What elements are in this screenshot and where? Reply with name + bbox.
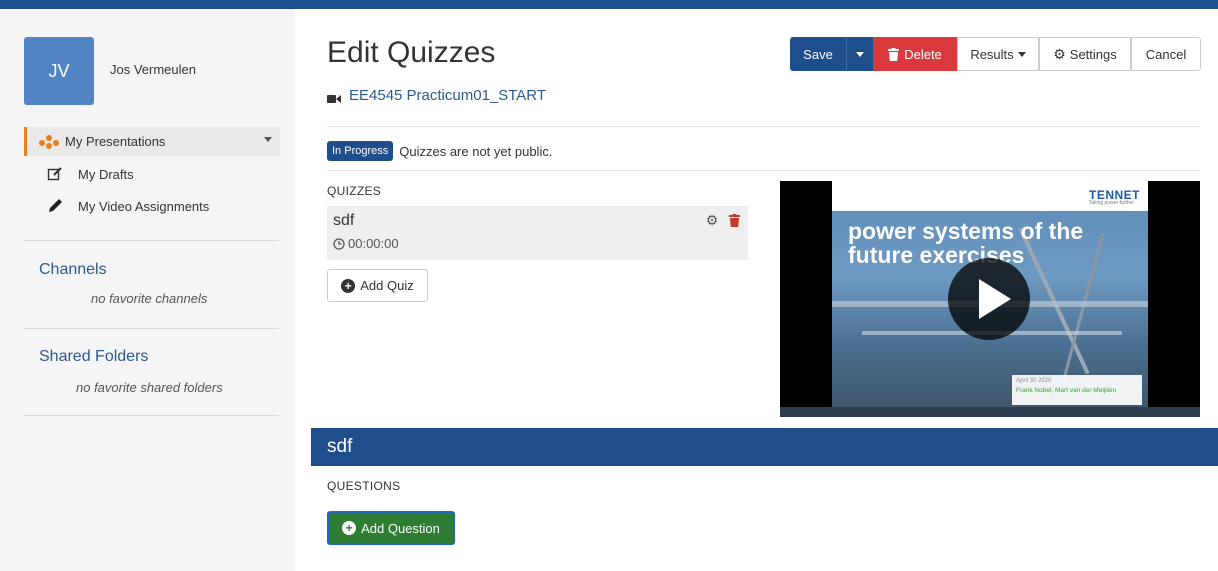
video-taskbar xyxy=(780,407,1200,417)
divider xyxy=(327,126,1200,127)
slide-authors: Frank Nobel, Mart van der Meijden xyxy=(1016,387,1117,394)
results-button[interactable]: Results xyxy=(957,37,1039,71)
presentations-icon xyxy=(39,134,59,149)
slide-title: power systems of the future exercises xyxy=(848,218,1084,268)
slide-caption: April 30 2020 Frank Nobel, Mart van der … xyxy=(1012,375,1142,405)
play-icon xyxy=(979,279,1011,319)
divider xyxy=(24,240,279,241)
chevron-down-icon[interactable] xyxy=(264,137,272,142)
top-bar xyxy=(0,0,1218,9)
status-message: Quizzes are not yet public. xyxy=(399,143,553,159)
tennet-tagline: Taking power further xyxy=(1088,200,1134,206)
delete-button[interactable]: Delete xyxy=(873,37,957,71)
main-content: Edit Quizzes EE4545 Practicum01_START Sa… xyxy=(311,9,1218,571)
save-dropdown-button[interactable] xyxy=(846,37,873,71)
trash-icon[interactable] xyxy=(726,212,742,228)
clock-icon xyxy=(333,237,345,250)
gear-icon[interactable]: ⚙ xyxy=(704,212,720,228)
shared-folders-empty-text: no favorite shared folders xyxy=(76,380,223,395)
edit-icon xyxy=(46,165,64,183)
video-camera-icon xyxy=(327,91,341,103)
avatar[interactable]: JV xyxy=(24,37,94,105)
quizzes-heading: QUIZZES xyxy=(327,184,382,198)
plus-circle-icon: + xyxy=(342,521,357,535)
quiz-actions: ⚙ xyxy=(698,212,742,228)
channels-empty-text: no favorite channels xyxy=(91,291,208,306)
settings-label: Settings xyxy=(1069,46,1117,62)
sidebar-item-my-drafts[interactable]: My Drafts xyxy=(46,165,134,183)
divider xyxy=(24,328,279,329)
page-title: Edit Quizzes xyxy=(327,36,496,69)
status-badge: In Progress xyxy=(327,141,394,161)
profile-card: JV Jos Vermeulen xyxy=(0,9,295,118)
sidebar: JV Jos Vermeulen My Presentations My Dra… xyxy=(0,9,295,571)
trash-icon xyxy=(888,47,900,61)
sidebar-item-label: My Presentations xyxy=(65,134,166,149)
status-row: In Progress Quizzes are not yet public. xyxy=(327,141,552,161)
results-label: Results xyxy=(970,46,1014,62)
quiz-time: 00:00:00 xyxy=(333,236,399,251)
add-question-button[interactable]: + Add Question xyxy=(327,511,455,545)
add-quiz-button[interactable]: + Add Quiz xyxy=(327,269,428,302)
divider xyxy=(24,415,279,416)
quiz-name: sdf xyxy=(333,212,355,229)
video-player[interactable]: TENNET Taking power further power system… xyxy=(780,181,1200,417)
quiz-time-value: 00:00:00 xyxy=(348,236,399,251)
cancel-button[interactable]: Cancel xyxy=(1131,37,1201,71)
chevron-down-icon xyxy=(855,51,864,57)
play-button[interactable] xyxy=(948,258,1030,340)
presentation-link[interactable]: EE4545 Practicum01_START xyxy=(327,87,546,104)
save-button[interactable]: Save xyxy=(790,37,846,71)
sidebar-item-my-video-assignments[interactable]: My Video Assignments xyxy=(46,197,209,215)
chevron-down-icon xyxy=(1017,51,1026,57)
quiz-list-item[interactable]: sdf 00:00:00 ⚙ xyxy=(327,206,748,260)
pencil-icon xyxy=(46,197,64,215)
add-quiz-label: Add Quiz xyxy=(360,278,414,293)
selected-quiz-banner: sdf xyxy=(311,428,1218,466)
questions-heading: QUESTIONS xyxy=(327,479,401,493)
delete-label: Delete xyxy=(904,46,942,62)
slide-date: April 30 2020 xyxy=(1016,378,1052,384)
add-question-label: Add Question xyxy=(361,520,440,536)
shared-folders-title[interactable]: Shared Folders xyxy=(39,348,148,366)
selected-quiz-name: sdf xyxy=(327,436,353,457)
settings-button[interactable]: ⚙ Settings xyxy=(1039,37,1131,71)
toolbar: Save Delete Results ⚙ Settings Cancel xyxy=(790,37,1201,71)
sidebar-item-my-presentations[interactable]: My Presentations xyxy=(24,127,280,156)
sidebar-item-label: My Video Assignments xyxy=(78,198,210,214)
channels-title[interactable]: Channels xyxy=(39,261,107,279)
presentation-name: EE4545 Practicum01_START xyxy=(349,87,547,104)
divider xyxy=(327,170,1200,171)
sidebar-item-label: My Drafts xyxy=(78,166,134,182)
gear-icon: ⚙ xyxy=(1053,45,1066,62)
profile-name[interactable]: Jos Vermeulen xyxy=(110,62,196,77)
plus-circle-icon: + xyxy=(341,278,356,293)
